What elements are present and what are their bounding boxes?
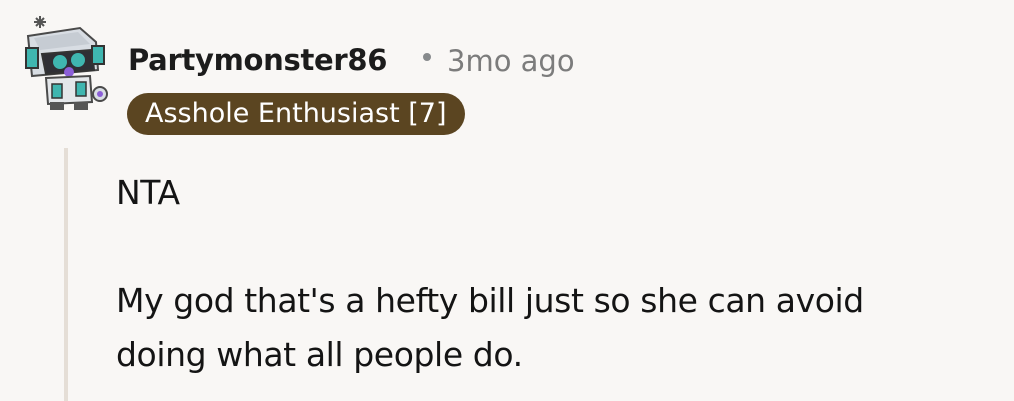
comment: Partymonster86 3mo ago Asshole Enthusias…: [0, 0, 1014, 401]
comment-timestamp[interactable]: 3mo ago: [447, 39, 575, 83]
comment-body-paragraph: NTA: [116, 173, 180, 212]
thread-line[interactable]: [64, 148, 68, 401]
avatar-icon[interactable]: [20, 14, 112, 112]
user-flair-badge: Asshole Enthusiast [7]: [127, 93, 465, 135]
username-link[interactable]: Partymonster86: [128, 38, 387, 82]
separator-dot: [423, 53, 431, 61]
comment-body-line: My god that's a hefty bill just so she c…: [116, 281, 864, 320]
comment-body-line: doing what all people do.: [116, 335, 523, 374]
